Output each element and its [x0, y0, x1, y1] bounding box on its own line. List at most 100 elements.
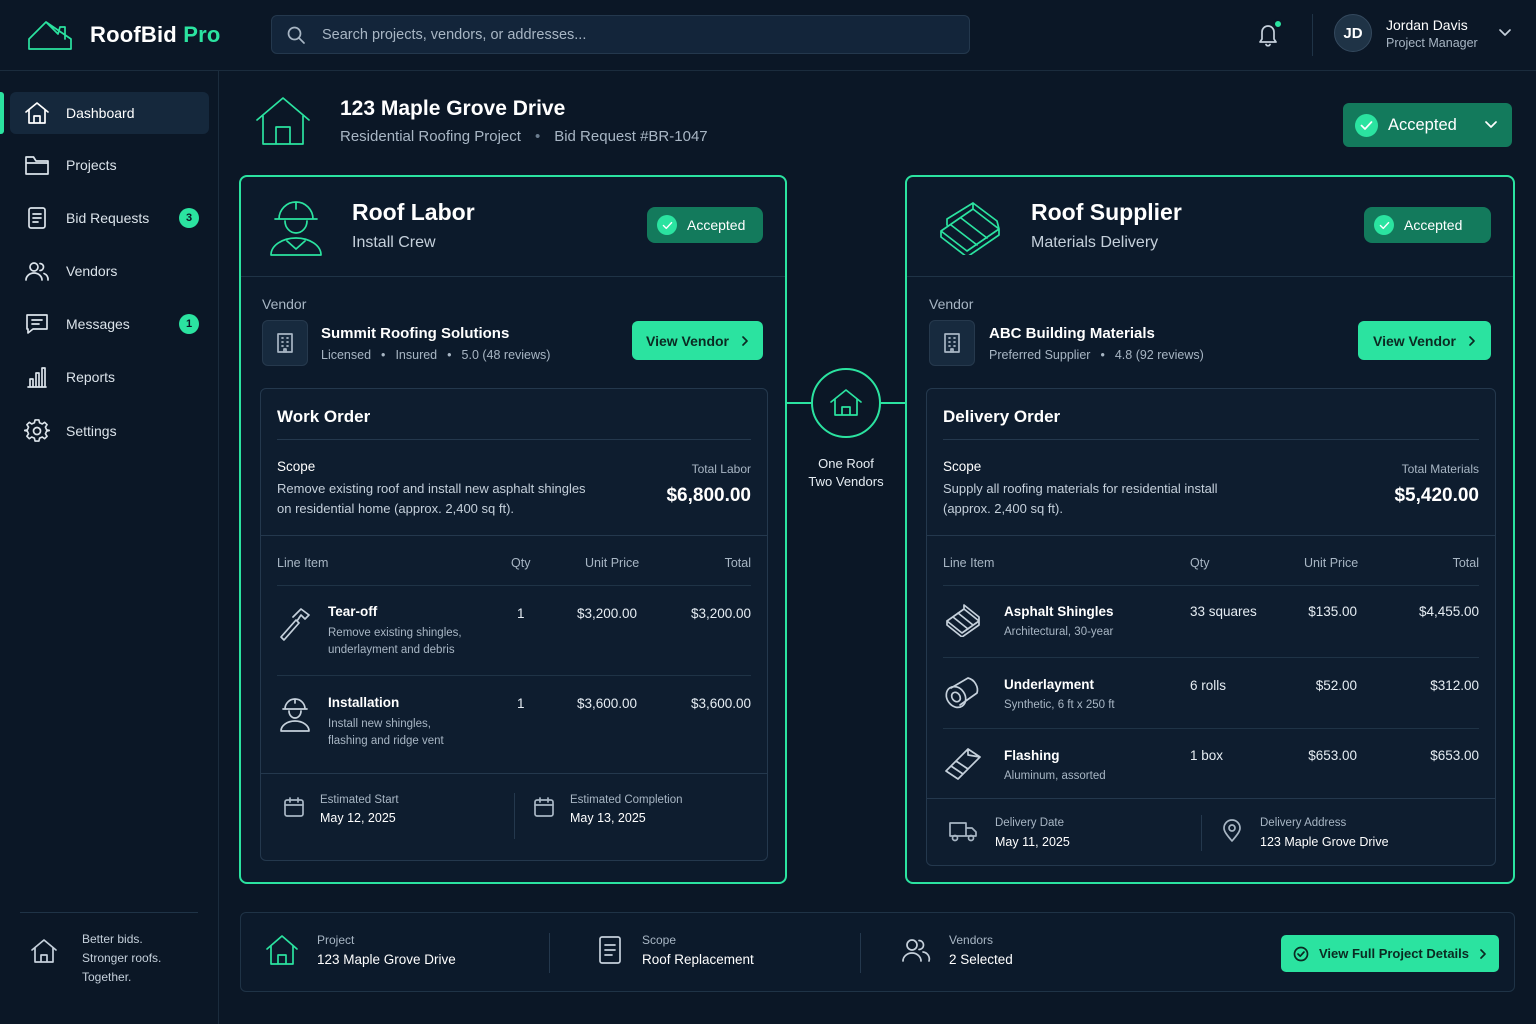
avatar: JD [1334, 14, 1372, 52]
card-subtitle: Materials Delivery [1031, 234, 1159, 251]
house-icon [254, 95, 312, 147]
sidebar-item-settings[interactable]: Settings [10, 410, 209, 452]
search-bar[interactable] [271, 15, 970, 54]
total-value: $6,800.00 [666, 485, 751, 506]
messages-count-badge: 1 [179, 314, 199, 334]
summary-project: Project 123 Maple Grove Drive [265, 933, 456, 967]
column-header: Unit Price [1304, 556, 1359, 570]
column-header: Total [1452, 556, 1479, 570]
view-vendor-button[interactable]: View Vendor [632, 321, 763, 360]
connector-line [881, 402, 905, 404]
line-item-name: Underlayment [1004, 677, 1095, 692]
card-subtitle: Install Crew [352, 234, 436, 251]
check-icon [1374, 215, 1394, 235]
location-pin-icon [1222, 819, 1242, 843]
status-badge: Accepted [647, 207, 763, 243]
estimated-start-value: May 12, 2025 [320, 811, 396, 825]
chevron-down-icon[interactable] [1498, 28, 1512, 38]
project-status-dropdown[interactable]: Accepted [1343, 103, 1512, 147]
chevron-right-icon [1479, 948, 1487, 960]
top-bar: RoofBid Pro JD Jordan Davis Project Mana… [0, 0, 1536, 71]
sidebar-item-label: Projects [66, 157, 117, 173]
line-item-unit-price: $135.00 [1308, 604, 1357, 619]
line-item-total: $4,455.00 [1418, 604, 1479, 619]
home-icon [30, 938, 58, 987]
line-item-qty: 33 squares [1190, 604, 1257, 619]
card-title: Roof Labor [352, 199, 475, 225]
vendor-label: Vendor [929, 296, 974, 312]
project-summary-bar: Project 123 Maple Grove Drive Scope Roof… [240, 912, 1515, 992]
column-header: Line Item [943, 556, 995, 570]
line-item-unit-price: $52.00 [1315, 678, 1357, 693]
tagline-line-1: Better bids. [82, 932, 143, 946]
line-item-name: Installation [328, 695, 400, 710]
sidebar-item-projects[interactable]: Projects [10, 144, 209, 186]
summary-scope: Scope Roof Replacement [596, 933, 754, 967]
vendor-label: Vendor [262, 296, 307, 312]
roof-labor-card: Roof Labor Install Crew Accepted Vendor … [239, 175, 787, 884]
sidebar-item-bid-requests[interactable]: Bid Requests 3 [10, 197, 209, 239]
vendor-name: Summit Roofing Solutions [321, 325, 510, 342]
chevron-right-icon [1468, 335, 1476, 347]
scope-text: Remove existing roof and install new asp… [277, 481, 586, 516]
user-menu[interactable]: JD Jordan Davis Project Manager [1334, 14, 1512, 52]
worker-icon [277, 695, 313, 733]
view-full-project-details-button[interactable]: View Full Project Details [1281, 935, 1499, 972]
sidebar-item-label: Reports [66, 369, 116, 385]
sidebar-item-label: Settings [66, 423, 117, 439]
connector-line [787, 402, 811, 404]
app-logo[interactable]: RoofBid Pro [26, 17, 221, 53]
document-icon [24, 206, 50, 230]
bid-request-id: Bid Request #BR-1047 [554, 128, 708, 145]
order-title: Work Order [277, 407, 371, 426]
search-icon [286, 25, 306, 45]
order-title: Delivery Order [943, 407, 1061, 426]
vendor-meta: Preferred Supplier • 4.8 (92 reviews) [989, 348, 1204, 362]
delivery-date-label: Delivery Date [995, 817, 1065, 829]
vendor-meta: Licensed • Insured • 5.0 (48 reviews) [321, 348, 551, 362]
estimated-completion-value: May 13, 2025 [570, 811, 646, 825]
house-icon [265, 934, 299, 966]
column-header: Line Item [277, 556, 329, 570]
bid-requests-count-badge: 3 [179, 208, 199, 228]
sidebar-item-reports[interactable]: Reports [10, 356, 209, 398]
vendor-name: ABC Building Materials [989, 325, 1155, 342]
sidebar-tagline: Better bids. Stronger roofs. Together. [30, 930, 161, 987]
line-item-desc: Synthetic, 6 ft x 250 ft [1004, 699, 1115, 711]
project-status-label: Accepted [1388, 115, 1457, 134]
search-input[interactable] [322, 26, 922, 43]
folder-icon [24, 153, 50, 177]
line-item-unit-price: $3,600.00 [577, 696, 638, 711]
calendar-icon [283, 796, 305, 818]
line-item-total: $3,600.00 [690, 696, 751, 711]
sidebar-item-vendors[interactable]: Vendors [10, 250, 209, 292]
tagline-line-2: Stronger roofs. [82, 951, 162, 965]
divider [20, 912, 198, 913]
line-item-desc: Install new shingles, flashing and ridge… [328, 718, 444, 747]
line-item-qty: 1 box [1190, 748, 1224, 763]
users-icon [24, 259, 50, 283]
tagline-line-3: Together. [82, 970, 132, 984]
sidebar-item-messages[interactable]: Messages 1 [10, 303, 209, 345]
delivery-address-label: Delivery Address [1260, 817, 1347, 829]
estimated-start-label: Estimated Start [320, 794, 399, 806]
scope-label: Scope [943, 459, 982, 474]
line-item-qty: 6 rolls [1190, 678, 1227, 693]
user-name: Jordan Davis [1386, 16, 1468, 33]
line-item-name: Asphalt Shingles [1004, 604, 1114, 619]
view-vendor-button[interactable]: View Vendor [1358, 321, 1491, 360]
notification-dot [1273, 19, 1283, 29]
check-circle-icon [1293, 946, 1309, 962]
line-item-qty: 1 [517, 696, 525, 711]
sidebar-item-dashboard[interactable]: Dashboard [0, 92, 209, 134]
message-icon [24, 312, 50, 336]
app-name-primary: RoofBid [90, 22, 177, 47]
delivery-order-panel: Delivery Order Scope Supply all roofing … [926, 388, 1496, 866]
page-title: 123 Maple Grove Drive [340, 97, 566, 120]
total-label: Total Materials [1401, 462, 1479, 476]
worker-icon [267, 197, 325, 259]
line-item-desc: Aluminum, assorted [1004, 770, 1106, 782]
line-item-desc: Remove existing shingles, underlayment a… [328, 627, 462, 656]
total-value: $5,420.00 [1394, 485, 1479, 506]
column-header: Total [724, 556, 751, 570]
